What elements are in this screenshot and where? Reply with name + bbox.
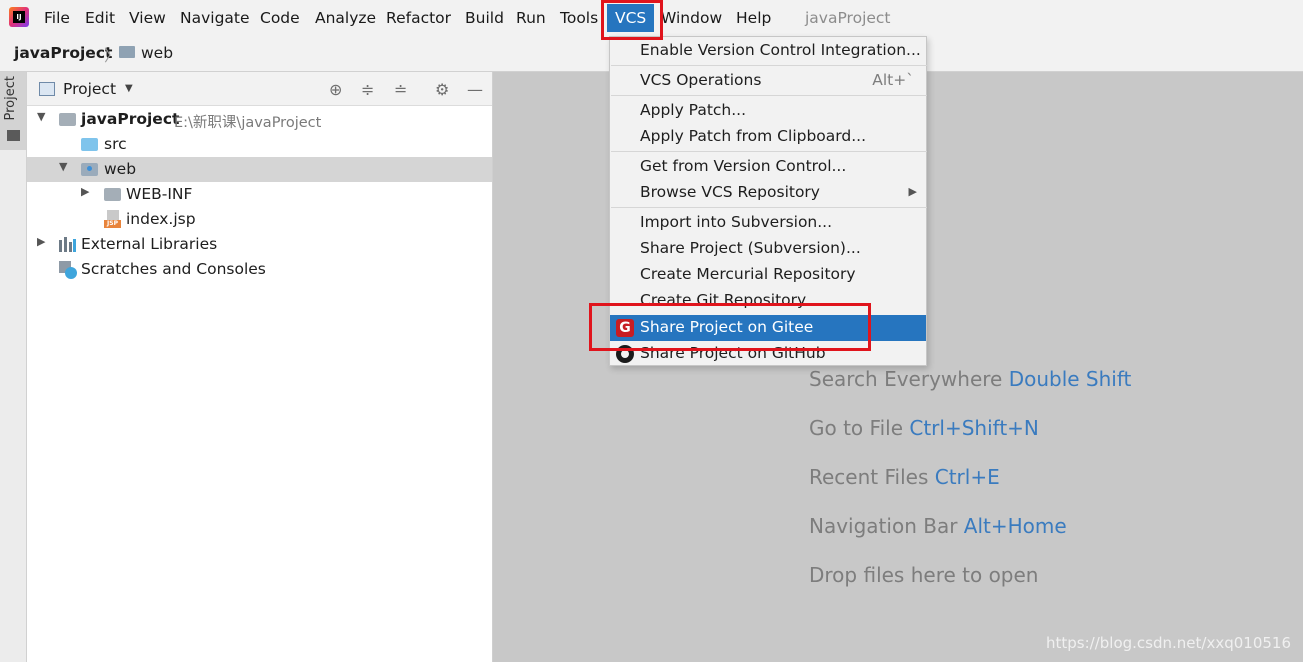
hint-shortcut: Double Shift xyxy=(1008,367,1132,391)
menu-tools[interactable]: Tools xyxy=(560,9,598,27)
menu-window[interactable]: Window xyxy=(661,9,722,27)
tree-node-src[interactable]: src xyxy=(27,132,492,157)
hint-text: Search Everywhere xyxy=(809,367,1003,391)
gear-icon[interactable]: ⚙ xyxy=(435,80,449,99)
annotation-box-gitee xyxy=(589,303,871,351)
menu-item-apply-patch[interactable]: Apply Patch... xyxy=(610,98,926,124)
hint-text: Recent Files xyxy=(809,465,929,489)
tree-label: External Libraries xyxy=(81,235,218,253)
jsp-file-icon: JSP xyxy=(104,210,121,229)
hint-text: Go to File xyxy=(809,416,903,440)
project-panel-header: Project ▼ ⊕ ≑ ≐ ⚙ — xyxy=(27,72,492,106)
chevron-down-icon[interactable]: ▼ xyxy=(59,160,67,173)
source-folder-icon xyxy=(81,138,98,151)
menu-separator xyxy=(611,151,927,152)
menu-view[interactable]: View xyxy=(129,9,166,27)
hint-search-everywhere: Search Everywhere Double Shift xyxy=(809,367,1131,391)
tree-path: E:\新职课\javaProject xyxy=(174,115,322,131)
tree-node-web[interactable]: ▼ web xyxy=(27,157,492,182)
menu-edit[interactable]: Edit xyxy=(85,9,115,27)
project-view-icon xyxy=(39,82,55,96)
project-tool-tab[interactable]: Project xyxy=(0,72,26,150)
tree-node-index-jsp[interactable]: JSP index.jsp xyxy=(27,207,492,232)
hint-go-to-file: Go to File Ctrl+Shift+N xyxy=(809,416,1039,440)
module-folder-icon xyxy=(59,113,76,126)
hide-icon[interactable]: — xyxy=(467,80,483,99)
project-panel: Project ▼ ⊕ ≑ ≐ ⚙ — ▼ javaProject E:\新职课… xyxy=(27,72,493,662)
watermark: https://blog.csdn.net/xxq010516 xyxy=(1046,634,1291,652)
window-project-title: javaProject xyxy=(805,9,891,27)
breadcrumb-web[interactable]: web xyxy=(141,44,173,62)
menu-build[interactable]: Build xyxy=(465,9,504,27)
menu-code[interactable]: Code xyxy=(260,9,300,27)
folder-icon xyxy=(7,130,20,141)
chevron-down-icon[interactable]: ▼ xyxy=(37,110,45,123)
menu-item-import-subversion[interactable]: Import into Subversion... xyxy=(610,210,926,236)
menu-item-vcs-operations[interactable]: VCS Operations Alt+` xyxy=(610,68,926,94)
breadcrumb-project[interactable]: javaProject xyxy=(14,44,112,62)
hint-drop-files: Drop files here to open xyxy=(809,563,1038,587)
tree-label: WEB-INF xyxy=(126,185,193,203)
folder-icon xyxy=(119,46,135,58)
menu-navigate[interactable]: Navigate xyxy=(180,9,250,27)
locate-icon[interactable]: ⊕ xyxy=(329,80,342,99)
tree-node-scratches[interactable]: Scratches and Consoles xyxy=(27,257,492,282)
tree-label: src xyxy=(104,135,127,153)
hint-shortcut: Ctrl+Shift+N xyxy=(909,416,1039,440)
hint-recent-files: Recent Files Ctrl+E xyxy=(809,465,1000,489)
folder-icon xyxy=(104,188,121,201)
tool-window-strip: Project xyxy=(0,72,27,662)
tree-label: index.jsp xyxy=(126,210,196,228)
hint-text: Drop files here to open xyxy=(809,563,1039,587)
project-tool-label: Project xyxy=(3,76,18,121)
menu-item-share-subversion[interactable]: Share Project (Subversion)... xyxy=(610,236,926,262)
menu-item-browse-vcs-repo[interactable]: Browse VCS Repository ▶ xyxy=(610,180,926,206)
hint-shortcut: Ctrl+E xyxy=(934,465,1000,489)
menu-refactor[interactable]: Refactor xyxy=(386,9,451,27)
tree-node-external-libraries[interactable]: ▶ External Libraries xyxy=(27,232,492,257)
project-view-selector[interactable]: Project xyxy=(63,80,116,98)
menu-item-apply-patch-clipboard[interactable]: Apply Patch from Clipboard... xyxy=(610,124,926,150)
tree-label: Scratches and Consoles xyxy=(81,260,266,278)
intellij-logo-icon: IJ xyxy=(9,7,29,27)
tree-label: web xyxy=(104,160,137,178)
menu-item-enable-vcs[interactable]: Enable Version Control Integration... xyxy=(610,38,926,64)
menu-item-create-mercurial[interactable]: Create Mercurial Repository xyxy=(610,262,926,288)
libraries-icon xyxy=(59,237,76,252)
hint-navigation-bar: Navigation Bar Alt+Home xyxy=(809,514,1067,538)
collapse-all-icon[interactable]: ≐ xyxy=(394,80,407,99)
web-folder-icon xyxy=(81,163,98,176)
chevron-right-icon[interactable]: ▶ xyxy=(37,235,45,248)
chevron-down-icon[interactable]: ▼ xyxy=(125,83,133,94)
annotation-box-vcs xyxy=(601,0,663,40)
menu-separator xyxy=(611,95,927,96)
tree-node-webinf[interactable]: ▶ WEB-INF xyxy=(27,182,492,207)
tree-node-project-root[interactable]: ▼ javaProject E:\新职课\javaProject xyxy=(27,107,492,132)
menu-separator xyxy=(611,207,927,208)
hint-shortcut: Alt+Home xyxy=(963,514,1067,538)
chevron-right-icon[interactable]: ▶ xyxy=(81,185,89,198)
scratches-icon xyxy=(59,261,77,279)
breadcrumb-separator-icon: 〉 xyxy=(104,46,121,65)
hint-text: Navigation Bar xyxy=(809,514,958,538)
menu-help[interactable]: Help xyxy=(736,9,771,27)
menu-file[interactable]: File xyxy=(44,9,70,27)
expand-all-icon[interactable]: ≑ xyxy=(361,80,374,99)
menu-item-get-from-vcs[interactable]: Get from Version Control... xyxy=(610,154,926,180)
menu-run[interactable]: Run xyxy=(516,9,546,27)
menu-analyze[interactable]: Analyze xyxy=(315,9,376,27)
tree-label: javaProject xyxy=(81,110,180,128)
menu-shortcut: Alt+` xyxy=(872,71,914,89)
submenu-arrow-icon: ▶ xyxy=(908,185,917,198)
menu-separator xyxy=(611,65,927,66)
